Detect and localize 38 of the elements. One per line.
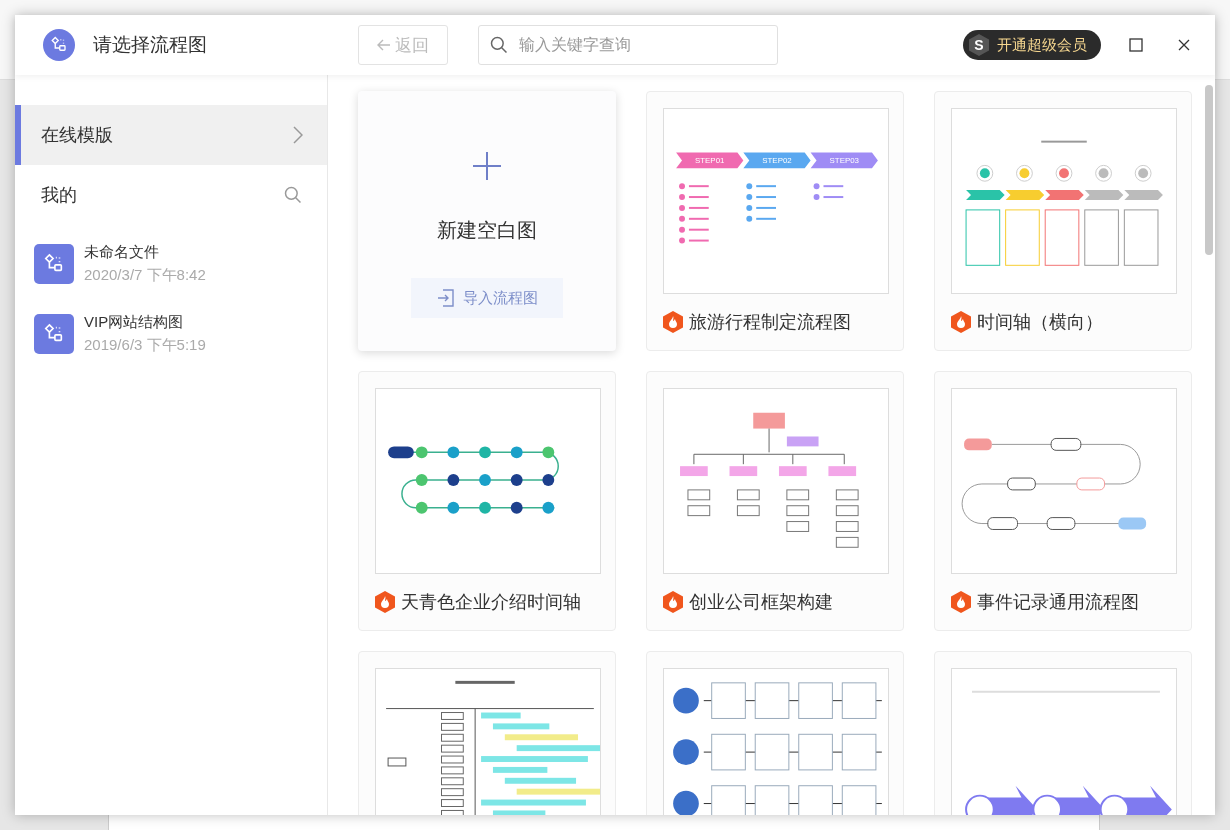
search-field[interactable]: 输入关键字查询 — [478, 25, 778, 65]
flowchart-icon — [50, 36, 68, 54]
new-blank-label: 新建空白图 — [437, 218, 537, 243]
template-card[interactable]: 事件记录通用流程图 — [934, 371, 1192, 631]
flame-badge-icon — [663, 591, 683, 613]
file-name: 未命名文件 — [84, 243, 160, 262]
file-date: 2020/3/7 下午8:42 — [84, 266, 206, 285]
template-title: 天青色企业介绍时间轴 — [401, 591, 581, 614]
flame-badge-icon — [375, 591, 395, 613]
plus-icon — [472, 151, 502, 181]
template-title: 旅游行程制定流程图 — [689, 311, 851, 334]
template-title: 创业公司框架构建 — [689, 591, 833, 614]
template-card[interactable]: 天青色企业介绍时间轴 — [358, 371, 616, 631]
file-item[interactable]: VIP网站结构图 2019/6/3 下午5:19 — [34, 313, 327, 355]
import-icon — [436, 289, 455, 307]
flame-badge-icon — [951, 591, 971, 613]
file-name: VIP网站结构图 — [84, 313, 185, 332]
flame-badge-icon — [663, 311, 683, 333]
chevron-right-icon — [293, 126, 303, 144]
close-icon — [1177, 38, 1191, 52]
maximize-icon — [1129, 38, 1143, 52]
template-card[interactable]: 创业公司框架构建 — [646, 371, 904, 631]
flame-badge-icon — [951, 311, 971, 333]
template-card[interactable]: 时间轴（横向） — [934, 91, 1192, 351]
dialog-title: 请选择流程图 — [93, 33, 208, 57]
file-item[interactable]: 未命名文件 2020/3/7 下午8:42 — [34, 243, 327, 285]
search-icon — [283, 185, 303, 205]
file-date: 2019/6/3 下午5:19 — [84, 336, 206, 355]
template-title: 事件记录通用流程图 — [977, 591, 1139, 614]
template-card[interactable]: STEP01 STEP02 STEP03 旅游行程制定流程图 — [646, 91, 904, 351]
left-arrow-icon — [377, 39, 391, 51]
new-blank-card[interactable]: 新建空白图 导入流程图 — [358, 91, 616, 351]
scrollbar[interactable] — [1205, 85, 1213, 255]
template-preview-drawing: STEP01 STEP02 STEP03 — [663, 108, 889, 294]
template-title: 时间轴（横向） — [977, 311, 1103, 334]
vip-button[interactable]: S 开通超级会员 — [963, 30, 1101, 60]
sidebar-item[interactable]: 在线模版 — [15, 105, 327, 165]
s-logo-icon: S — [967, 33, 991, 57]
